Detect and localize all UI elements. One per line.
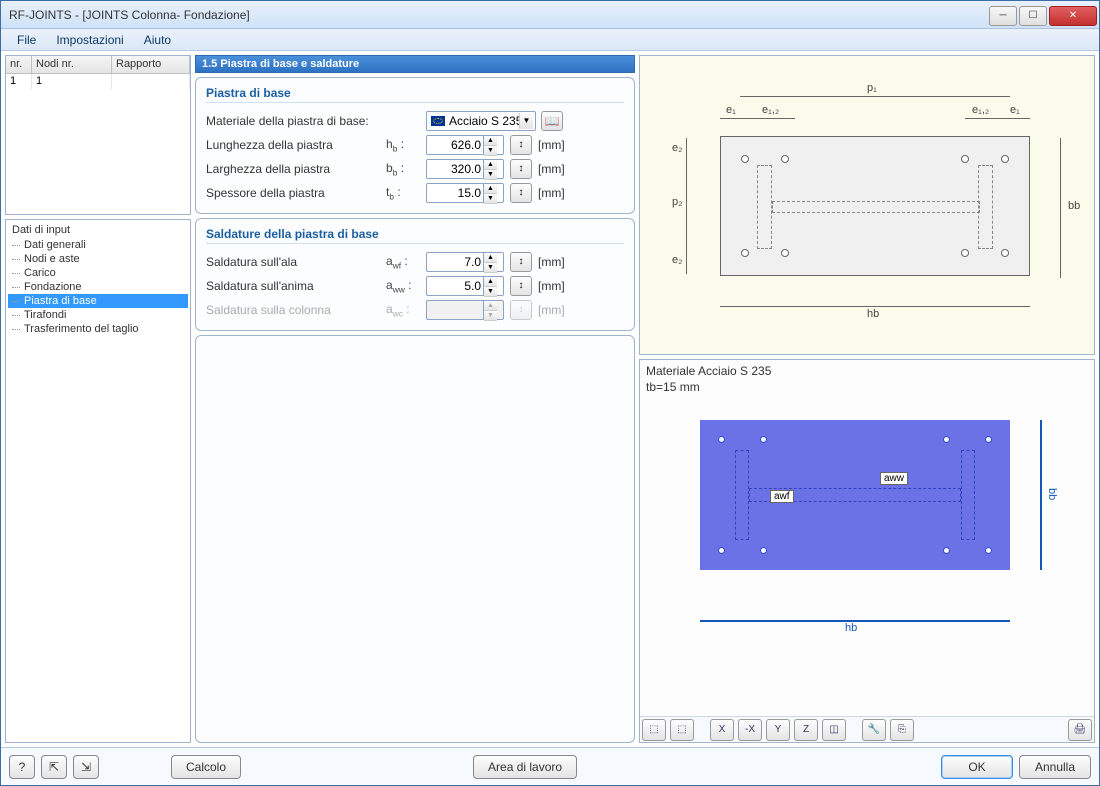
schematic-diagram: p₁ e₁ e₁,₂ e₁,₂ e₁ e₂ p₂ e₂ bb (639, 55, 1095, 355)
col-nodi[interactable]: Nodi nr. (32, 56, 112, 73)
label-aww: aww (880, 472, 908, 485)
pick-button[interactable]: ↕ (510, 276, 532, 296)
weld-web-label: Saldatura sull'anima (206, 279, 386, 293)
axis-y-button[interactable]: Y (766, 719, 790, 741)
label-awf: awf (770, 490, 794, 503)
thickness-input[interactable]: ▲▼ (426, 183, 504, 203)
tree-item-general[interactable]: Dati generali (8, 238, 188, 252)
export-button[interactable]: ⇲ (73, 755, 99, 779)
node-table[interactable]: nr. Nodi nr. Rapporto 1 1 (5, 55, 191, 215)
preview-info: Materiale Acciaio S 235 tb=15 mm (646, 364, 771, 395)
workarea-button[interactable]: Area di lavoro (473, 755, 577, 779)
ok-button[interactable]: OK (941, 755, 1013, 779)
menubar: File Impostazioni Aiuto (1, 29, 1099, 51)
dropdown-icon[interactable]: ▼ (519, 113, 533, 129)
pick-button[interactable]: ↕ (510, 183, 532, 203)
tool-button[interactable]: 🔧 (862, 719, 886, 741)
library-button[interactable]: 📖 (541, 111, 563, 131)
weld-column-label: Saldatura sulla colonna (206, 303, 386, 317)
copy-button[interactable]: ⎘ (890, 719, 914, 741)
nav-tree[interactable]: Dati di input Dati generali Nodi e aste … (5, 219, 191, 743)
calc-button[interactable]: Calcolo (171, 755, 241, 779)
tree-item-nodes[interactable]: Nodi e aste (8, 252, 188, 266)
view-x-button[interactable]: ⬚ (642, 719, 666, 741)
eu-flag-icon (431, 116, 445, 126)
width-label: Larghezza della piastra (206, 162, 386, 176)
panel-empty (195, 335, 635, 743)
weld-column-input: ▲▼ (426, 300, 504, 320)
weld-flange-label: Saldatura sull'ala (206, 255, 386, 269)
menu-help[interactable]: Aiuto (134, 31, 181, 49)
pick-button: ↕ (510, 300, 532, 320)
thickness-label: Spessore della piastra (206, 186, 386, 200)
material-combo[interactable]: Acciaio S 235 ▼ 📖 (426, 111, 536, 131)
axis-x-button[interactable]: X (710, 719, 734, 741)
maximize-button[interactable]: ☐ (1019, 6, 1047, 26)
window-title: RF-JOINTS - [JOINTS Colonna- Fondazione] (9, 8, 250, 22)
spin-up-icon[interactable]: ▲ (484, 136, 497, 146)
section-title: 1.5 Piastra di base e saldature (195, 55, 635, 73)
tree-item-baseplate[interactable]: Piastra di base (8, 294, 188, 308)
import-button[interactable]: ⇱ (41, 755, 67, 779)
tree-item-foundation[interactable]: Fondazione (8, 280, 188, 294)
close-button[interactable]: ✕ (1049, 6, 1097, 26)
preview-3d[interactable]: Materiale Acciaio S 235 tb=15 mm a (639, 359, 1095, 743)
table-row[interactable]: 1 1 (6, 74, 190, 90)
length-input[interactable]: ▲▼ (426, 135, 504, 155)
iso-button[interactable]: ◫ (822, 719, 846, 741)
length-label: Lunghezza della piastra (206, 138, 386, 152)
pick-button[interactable]: ↕ (510, 252, 532, 272)
menu-file[interactable]: File (7, 31, 46, 49)
axis-z-button[interactable]: Z (794, 719, 818, 741)
thickness-symbol: tb : (386, 185, 426, 201)
group-title-welds: Saldature della piastra di base (206, 227, 624, 244)
axis-negx-button[interactable]: -X (738, 719, 762, 741)
panel-welds: Saldature della piastra di base Saldatur… (195, 218, 635, 331)
weld-web-input[interactable]: ▲▼ (426, 276, 504, 296)
print-button[interactable]: 🖨 (1068, 719, 1092, 741)
panel-baseplate: Piastra di base Materiale della piastra … (195, 77, 635, 214)
titlebar: RF-JOINTS - [JOINTS Colonna- Fondazione]… (1, 1, 1099, 29)
col-rapporto[interactable]: Rapporto (112, 56, 190, 73)
menu-settings[interactable]: Impostazioni (46, 31, 133, 49)
tree-item-anchors[interactable]: Tirafondi (8, 308, 188, 322)
tree-item-shear[interactable]: Trasferimento del taglio (8, 322, 188, 336)
spin-down-icon[interactable]: ▼ (484, 146, 497, 156)
footer: ? ⇱ ⇲ Calcolo Area di lavoro OK Annulla (1, 747, 1099, 785)
material-label: Materiale della piastra di base: (206, 114, 386, 128)
pick-button[interactable]: ↕ (510, 159, 532, 179)
tree-root[interactable]: Dati di input (8, 222, 188, 238)
help-button[interactable]: ? (9, 755, 35, 779)
width-symbol: bb : (386, 161, 426, 177)
width-input[interactable]: ▲▼ (426, 159, 504, 179)
col-nr[interactable]: nr. (6, 56, 32, 73)
pick-button[interactable]: ↕ (510, 135, 532, 155)
cancel-button[interactable]: Annulla (1019, 755, 1091, 779)
length-symbol: hb : (386, 137, 426, 153)
weld-flange-input[interactable]: ▲▼ (426, 252, 504, 272)
group-title-baseplate: Piastra di base (206, 86, 624, 103)
tree-item-load[interactable]: Carico (8, 266, 188, 280)
view-y-button[interactable]: ⬚ (670, 719, 694, 741)
minimize-button[interactable]: ─ (989, 6, 1017, 26)
